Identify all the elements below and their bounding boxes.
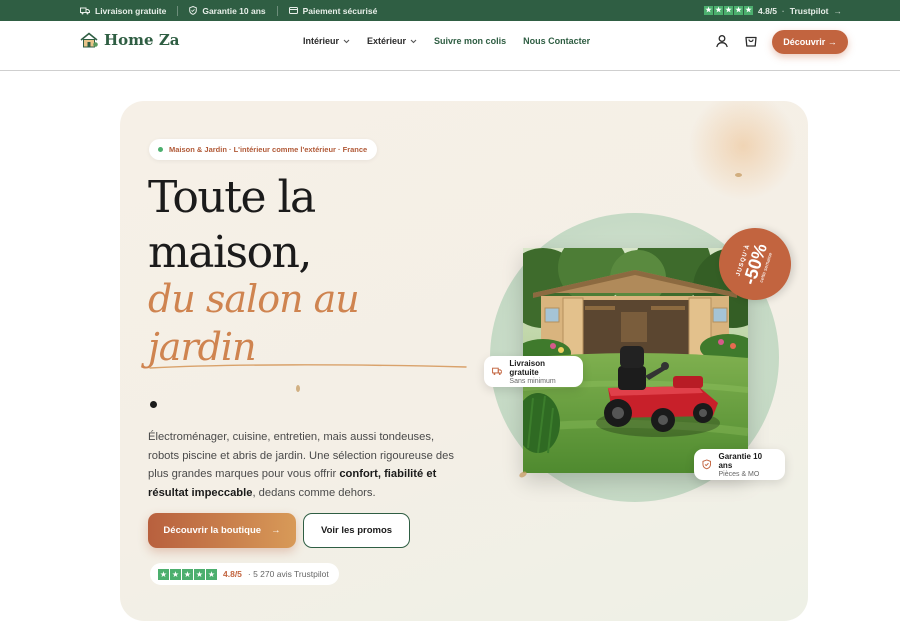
nav-label: Suivre mon colis xyxy=(434,36,507,46)
chevron-down-icon xyxy=(410,39,417,43)
card-title: Garantie 10 ans xyxy=(718,451,763,470)
topbar-item-label: Garantie 10 ans xyxy=(202,5,266,16)
leaf-decoration xyxy=(296,385,300,392)
star-icon: ★ xyxy=(170,568,181,580)
logo[interactable]: Home Za xyxy=(80,31,179,49)
decorative-underline xyxy=(149,364,467,369)
warranty-card: Garantie 10 ans Pièces & MO xyxy=(694,449,785,480)
nav-label: Nous Contacter xyxy=(523,36,591,46)
star-icon: ★ xyxy=(158,568,169,580)
topbar-item-warranty: Garantie 10 ans xyxy=(189,5,266,16)
topbar-rating-source: Trustpilot xyxy=(789,5,829,16)
star-icon: ★ xyxy=(724,6,734,15)
chevron-down-icon xyxy=(343,39,350,43)
rating-count: · 5 270 avis Trustpilot xyxy=(247,569,329,579)
shield-icon xyxy=(702,459,712,470)
desc-text-end: , dedans comme dehors. xyxy=(252,486,376,499)
hero-tagline-pill: Maison & Jardin · L'intérieur comme l'ex… xyxy=(149,139,378,160)
shield-icon xyxy=(189,6,198,15)
card-icon xyxy=(288,7,298,14)
topbar-item-delivery: Livraison gratuite xyxy=(80,6,166,16)
card-text: Livraison gratuite Sans minimum xyxy=(509,359,573,385)
hero-title-italic-line1: du salon au xyxy=(148,277,360,321)
divider xyxy=(177,5,179,16)
nav-item-contact[interactable]: Nous Contacter xyxy=(523,36,590,46)
trustpilot-stars: ★ ★ ★ ★ ★ xyxy=(704,6,754,15)
topbar-item-payment: Paiement sécurisé xyxy=(288,5,378,16)
discover-shop-button[interactable]: Découvrir la boutique → xyxy=(148,513,296,548)
truck-icon xyxy=(492,367,503,376)
house-logo-icon xyxy=(80,32,98,48)
nav-label: Extérieur xyxy=(367,36,407,46)
nav-item-track-order[interactable]: Suivre mon colis xyxy=(434,36,506,46)
carousel-dot[interactable] xyxy=(150,401,157,408)
star-icon: ★ xyxy=(182,568,193,580)
truck-icon xyxy=(80,7,90,14)
hero-title-line2: maison, xyxy=(148,227,312,278)
star-icon: ★ xyxy=(744,6,754,15)
star-icon: ★ xyxy=(734,6,744,15)
topbar-benefits: Livraison gratuite Garantie 10 ans Paiem… xyxy=(80,0,377,21)
rating-score: 4.8/5 xyxy=(223,569,242,579)
main-nav: Intérieur Extérieur Suivre mon colis Nou… xyxy=(303,36,590,46)
view-promos-button[interactable]: Voir les promos xyxy=(303,513,410,548)
free-delivery-card: Livraison gratuite Sans minimum xyxy=(484,356,583,387)
star-icon: ★ xyxy=(194,568,205,580)
topbar-rating-dot: · xyxy=(781,5,785,16)
button-label: Découvrir la boutique xyxy=(163,525,262,536)
user-icon[interactable] xyxy=(715,34,729,48)
hero-tagline: Maison & Jardin · L'intérieur comme l'ex… xyxy=(169,145,368,154)
card-text: Garantie 10 ans Pièces & MO xyxy=(718,452,775,478)
leaf-decoration xyxy=(735,173,742,177)
star-icon: ★ xyxy=(714,6,724,15)
card-subtitle: Sans minimum xyxy=(509,377,556,385)
divider xyxy=(276,5,278,16)
hero-glow xyxy=(688,101,798,201)
arrow-right-icon: → xyxy=(271,525,281,536)
arrow-right-icon: → xyxy=(833,5,843,16)
discover-button[interactable]: Découvrir → xyxy=(772,30,848,54)
hero-description: Électroménager, cuisine, entretien, mais… xyxy=(148,428,458,502)
topbar-item-label: Paiement sécurisé xyxy=(302,5,378,16)
card-subtitle: Pièces & MO xyxy=(718,470,760,478)
trustpilot-stars: ★ ★ ★ ★ ★ xyxy=(158,568,217,580)
nav-label: Intérieur xyxy=(303,36,340,46)
topbar-item-label: Livraison gratuite xyxy=(95,5,167,16)
top-announcement-bar: Livraison gratuite Garantie 10 ans Paiem… xyxy=(0,0,900,21)
header-divider xyxy=(0,70,900,71)
star-icon: ★ xyxy=(206,568,217,580)
star-icon: ★ xyxy=(704,6,714,15)
topbar-rating-score: 4.8/5 xyxy=(758,5,777,16)
nav-item-interieur[interactable]: Intérieur xyxy=(303,36,350,46)
nav-item-exterieur[interactable]: Extérieur xyxy=(367,36,417,46)
card-title: Livraison gratuite xyxy=(509,358,545,377)
hero-title-line1: Toute la xyxy=(148,172,316,223)
cart-icon[interactable] xyxy=(744,34,758,48)
topbar-rating[interactable]: ★ ★ ★ ★ ★ 4.8/5 · Trustpilot → xyxy=(704,0,842,21)
logo-text: Home Za xyxy=(104,31,180,49)
status-dot xyxy=(158,147,163,152)
trustpilot-rating[interactable]: ★ ★ ★ ★ ★ 4.8/5 · 5 270 avis Trustpilot xyxy=(150,563,339,585)
